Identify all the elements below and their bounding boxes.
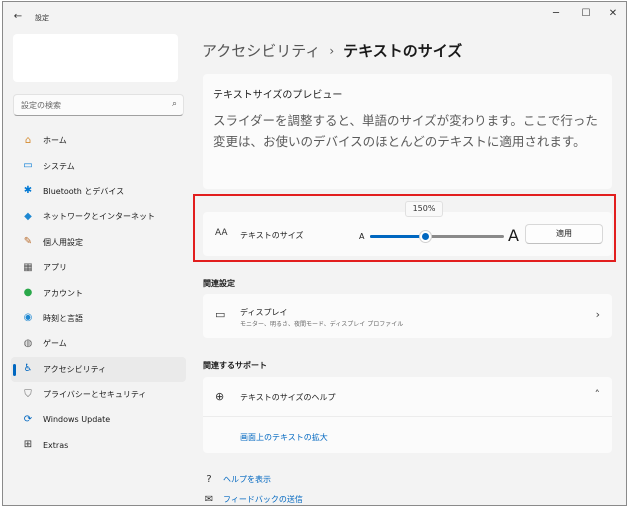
preview-title: テキストサイズのプレビュー xyxy=(213,90,343,101)
send-feedback-label: フィードバックの送信 xyxy=(223,495,303,504)
shield-icon: ⛉ xyxy=(24,388,32,400)
sidebar-item[interactable]: ▦ アプリ xyxy=(11,255,186,280)
settings-window: ← 設定 ─ ☐ ✕ 設定の検索 ⌕ ⌂ ホーム ▭ システム ✱ Bluetooth と… xyxy=(2,1,627,506)
sidebar-item[interactable]: ● アカウント xyxy=(11,280,186,305)
chevron-right-icon: › xyxy=(595,308,600,321)
sidebar-item-label: Windows Update xyxy=(43,415,111,425)
sidebar-item[interactable]: ◉ 時刻と言語 xyxy=(11,306,186,331)
minimize-icon[interactable]: ─ xyxy=(548,8,564,19)
title-bar: ← 設定 ─ ☐ ✕ xyxy=(3,2,626,32)
sidebar-item-label: Extras xyxy=(43,440,69,450)
monitor-icon: ▭ xyxy=(215,308,226,321)
feedback-icon: ✉ xyxy=(204,494,214,505)
extras-icon: ⊞ xyxy=(23,439,33,451)
search-input[interactable]: 設定の検索 ⌕ xyxy=(13,94,184,116)
back-arrow-icon[interactable]: ← xyxy=(11,11,25,22)
display-title: ディスプレイ xyxy=(240,308,288,317)
globe-icon: ⊕ xyxy=(215,390,225,403)
sidebar-item[interactable]: ✎ 個人用設定 xyxy=(11,230,186,255)
breadcrumb: アクセシビリティ › テキストのサイズ xyxy=(202,40,462,61)
text-size-preview-card: テキストサイズのプレビュー スライダーを調整すると、単語のサイズが変わります。こ… xyxy=(203,74,612,189)
sidebar-item-label: 個人用設定 xyxy=(43,237,83,247)
sidebar-item-label: システム xyxy=(43,161,75,171)
sidebar-item[interactable]: ✱ Bluetooth とデバイス xyxy=(11,179,186,204)
accessibility-icon: ♿ xyxy=(23,363,33,375)
apps-icon: ▦ xyxy=(23,261,33,273)
system-icon: ▭ xyxy=(23,160,33,172)
send-feedback-link[interactable]: ✉ フィードバックの送信 xyxy=(203,494,303,505)
brush-icon: ✎ xyxy=(23,236,33,248)
update-icon: ⟳ xyxy=(23,413,33,425)
help-chat-icon: ? xyxy=(206,474,212,485)
sidebar-item-label: 時刻と言語 xyxy=(43,313,83,323)
search-placeholder: 設定の検索 xyxy=(21,101,61,110)
account-icon: ● xyxy=(23,287,33,299)
sidebar-item-label: ネットワークとインターネット xyxy=(43,212,155,222)
maximize-icon[interactable]: ☐ xyxy=(578,8,594,19)
get-help-link[interactable]: ? ヘルプを表示 xyxy=(203,474,271,485)
highlight-box xyxy=(193,194,616,262)
sidebar-item-label: ホーム xyxy=(43,136,67,146)
sidebar-item[interactable]: ♿ アクセシビリティ xyxy=(11,356,186,382)
close-icon[interactable]: ✕ xyxy=(605,8,621,19)
sidebar-item[interactable]: ⟳ Windows Update xyxy=(11,407,186,432)
sidebar-item-label: アプリ xyxy=(43,263,67,273)
sidebar-item[interactable]: ⌂ ホーム xyxy=(11,128,186,153)
clock-globe-icon: ◉ xyxy=(23,312,33,324)
sidebar-item-label: プライバシーとセキュリティ xyxy=(43,390,147,400)
sidebar-item[interactable]: ▭ システム xyxy=(11,153,186,178)
home-icon: ⌂ xyxy=(24,134,32,146)
sidebar-nav: ⌂ ホーム ▭ システム ✱ Bluetooth とデバイス ◆ ネットワークとインターネット… xyxy=(11,128,186,458)
sidebar-item-label: Bluetooth とデバイス xyxy=(43,186,125,196)
help-title: テキストのサイズのヘルプ xyxy=(240,393,336,402)
game-controller-icon: ◍ xyxy=(23,337,33,349)
app-title: 設定 xyxy=(35,14,49,22)
enlarge-text-link[interactable]: 画面上のテキストの拡大 xyxy=(240,432,328,443)
text-size-help-card: ⊕ テキストのサイズのヘルプ ˄ 画面上のテキストの拡大 xyxy=(203,377,612,453)
related-settings-heading: 関連設定 xyxy=(203,279,235,288)
sidebar-item-label: ゲーム xyxy=(43,339,67,349)
page-title: テキストのサイズ xyxy=(343,42,463,60)
chevron-up-icon[interactable]: ˄ xyxy=(595,388,601,401)
sidebar-item[interactable]: ⛉ プライバシーとセキュリティ xyxy=(11,382,186,407)
breadcrumb-parent[interactable]: アクセシビリティ xyxy=(202,40,320,61)
sidebar-item-label: アクセシビリティ xyxy=(43,364,107,374)
display-settings-card[interactable]: ▭ ディスプレイ モニター、明るさ、夜間モード、ディスプレイ プロファイル › xyxy=(203,294,612,338)
breadcrumb-separator: › xyxy=(329,43,335,58)
display-subtitle: モニター、明るさ、夜間モード、ディスプレイ プロファイル xyxy=(240,321,404,328)
get-help-label: ヘルプを表示 xyxy=(223,475,271,484)
sidebar-item[interactable]: ◆ ネットワークとインターネット xyxy=(11,204,186,229)
related-support-heading: 関連するサポート xyxy=(203,361,267,370)
bluetooth-icon: ✱ xyxy=(23,185,33,197)
sidebar-item[interactable]: ◍ ゲーム xyxy=(11,331,186,356)
search-icon[interactable]: ⌕ xyxy=(172,99,177,109)
help-expander-header[interactable]: ⊕ テキストのサイズのヘルプ ˄ xyxy=(203,377,612,417)
sidebar-item[interactable]: ⊞ Extras xyxy=(11,433,186,458)
wifi-icon: ◆ xyxy=(24,210,32,222)
account-card[interactable] xyxy=(13,34,178,82)
preview-text: スライダーを調整すると、単語のサイズが変わります。ここで行った変更は、お使いのデ… xyxy=(213,113,598,149)
sidebar-item-label: アカウント xyxy=(43,288,83,298)
